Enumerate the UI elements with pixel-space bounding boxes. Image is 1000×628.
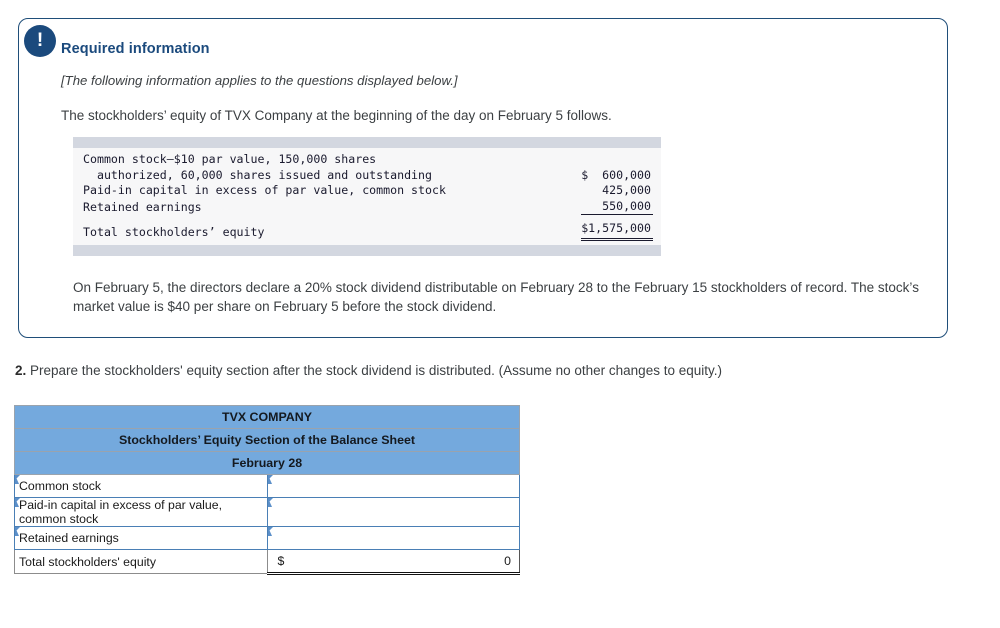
label-text: Total stockholders' equity <box>19 554 157 569</box>
table-row: Common stock <box>14 474 520 498</box>
equity-row-label: Common stock—$10 par value, 150,000 shar… <box>83 152 432 183</box>
required-information-card: ! Required information [The following in… <box>18 18 948 338</box>
beginning-equity-table: Common stock—$10 par value, 150,000 shar… <box>73 137 661 256</box>
equity-total-row: Total stockholders’ equity $1,575,000 <box>73 221 661 241</box>
row-value-total-equity: $ 0 <box>266 549 520 575</box>
answer-table-header-row: TVX COMPANY <box>14 405 520 429</box>
dropdown-triangle-icon[interactable] <box>15 475 20 484</box>
equity-total-label: Total stockholders’ equity <box>83 225 265 239</box>
equity-row-label: Retained earnings <box>83 199 202 214</box>
table-bottom-bar <box>73 244 661 256</box>
row-value-retained-earnings[interactable] <box>266 526 520 550</box>
equity-row-amount: 425,000 <box>581 183 651 197</box>
exclamation-icon: ! <box>24 25 56 57</box>
answer-table: TVX COMPANY Stockholders’ Equity Section… <box>14 405 520 575</box>
company-name-header: TVX COMPANY <box>14 405 520 429</box>
answer-table-header-row: Stockholders’ Equity Section of the Bala… <box>14 428 520 452</box>
dropdown-triangle-icon[interactable] <box>267 527 273 536</box>
currency-symbol: $ <box>277 554 285 568</box>
dividend-paragraph: On February 5, the directors declare a 2… <box>73 279 919 314</box>
label-text: Common stock <box>19 479 102 493</box>
label-text: Paid-in capital in excess of par value, … <box>19 498 223 526</box>
total-value: 0 <box>504 554 511 568</box>
dropdown-triangle-icon[interactable] <box>15 527 20 536</box>
row-label-paid-in-capital[interactable]: Paid-in capital in excess of par value, … <box>14 497 268 527</box>
card-body: Required information [The following info… <box>19 19 947 316</box>
required-information-title: Required information <box>61 41 210 57</box>
table-top-bar <box>73 137 661 148</box>
equity-row-amount: 550,000 <box>581 199 653 215</box>
table-row: Retained earnings <box>14 526 520 550</box>
equity-row: Paid-in capital in excess of par value, … <box>73 183 661 199</box>
applies-note: [The following information applies to th… <box>61 73 458 88</box>
question-2-line: 2. Prepare the stockholders' equity sect… <box>15 363 722 378</box>
label-text: Retained earnings <box>19 531 119 545</box>
answer-table-header-row: February 28 <box>14 451 520 475</box>
total-value-inner: $ 0 <box>268 554 520 568</box>
row-label-common-stock[interactable]: Common stock <box>14 474 268 498</box>
equity-label-line2: authorized, 60,000 shares issued and out… <box>83 167 433 182</box>
equity-row-label: Paid-in capital in excess of par value, … <box>83 183 446 197</box>
equity-row: Retained earnings 550,000 <box>73 199 661 215</box>
table-total-row: Total stockholders' equity $ 0 <box>14 549 520 575</box>
equity-rows: Common stock—$10 par value, 150,000 shar… <box>73 148 661 245</box>
dropdown-triangle-icon[interactable] <box>267 475 273 484</box>
equity-row: Common stock—$10 par value, 150,000 shar… <box>73 152 661 183</box>
intro-sentence: The stockholders’ equity of TVX Company … <box>61 108 612 123</box>
row-label-retained-earnings[interactable]: Retained earnings <box>14 526 268 550</box>
row-value-paid-in-capital[interactable] <box>266 497 520 527</box>
question-text: Prepare the stockholders' equity section… <box>30 363 722 378</box>
equity-total-amount: $1,575,000 <box>581 221 653 241</box>
row-value-common-stock[interactable] <box>266 474 520 498</box>
table-row: Paid-in capital in excess of par value, … <box>14 497 520 527</box>
statement-title-header: Stockholders’ Equity Section of the Bala… <box>14 428 520 452</box>
dropdown-triangle-icon[interactable] <box>267 498 273 507</box>
dropdown-triangle-icon[interactable] <box>15 498 20 507</box>
statement-date-header: February 28 <box>14 451 520 475</box>
question-number: 2. <box>15 363 27 378</box>
equity-label-line1: Common stock—$10 par value, 150,000 shar… <box>83 152 377 166</box>
row-label-total-equity: Total stockholders' equity <box>14 549 268 574</box>
equity-row-amount: $ 600,000 <box>581 167 651 182</box>
